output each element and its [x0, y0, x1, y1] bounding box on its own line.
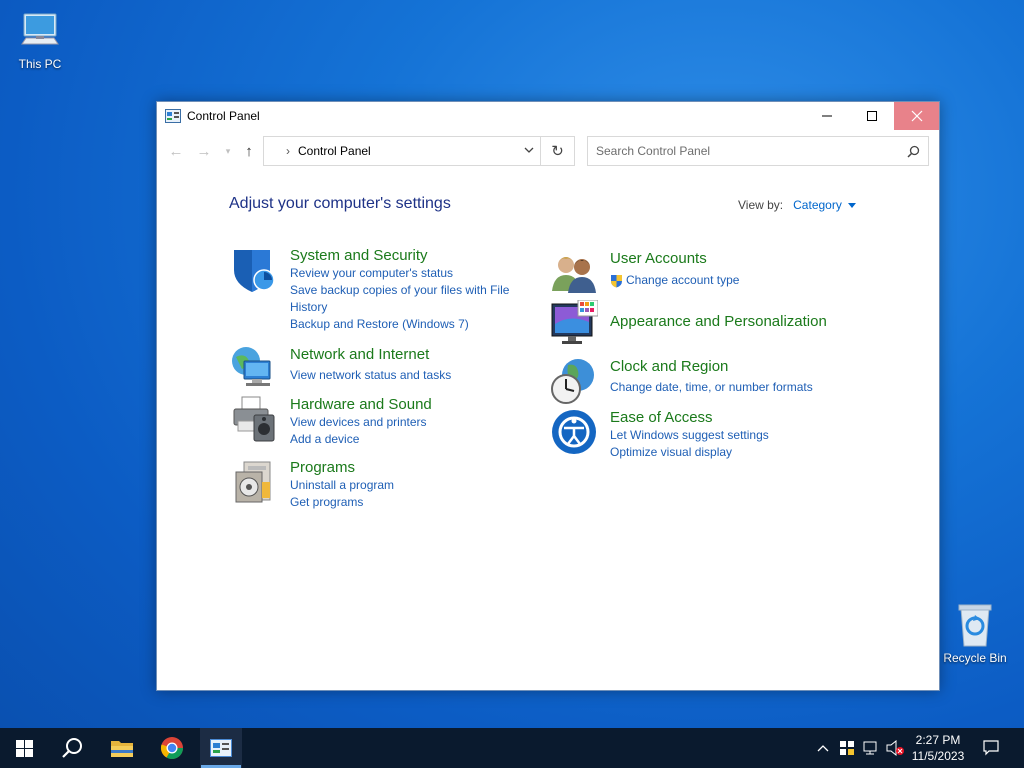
search-button[interactable]	[50, 728, 94, 768]
windows-logo-icon	[15, 739, 33, 757]
printer-icon[interactable]	[230, 395, 278, 443]
category-title[interactable]: User Accounts	[610, 249, 850, 268]
title-bar[interactable]: Control Panel	[157, 102, 939, 130]
link-review-status[interactable]: Review your computer's status	[290, 265, 530, 282]
clock[interactable]: 2:27 PM 11/5/2023	[908, 732, 968, 764]
network-globe-icon[interactable]	[230, 345, 278, 393]
recent-locations-button[interactable]: ▾	[219, 142, 237, 160]
link-change-account-type[interactable]: Change account type	[610, 272, 850, 289]
search-icon	[62, 738, 82, 758]
view-by-label: View by:	[738, 198, 784, 212]
category-title[interactable]: Network and Internet	[290, 345, 530, 364]
clock-time: 2:27 PM	[915, 733, 961, 747]
computer-icon	[21, 13, 59, 45]
appearance-monitor-icon[interactable]	[550, 300, 598, 348]
breadcrumb-chevron-icon: ›	[286, 144, 290, 158]
volume-tray-button[interactable]	[884, 728, 906, 768]
link-file-history[interactable]: Save backup copies of your files with Fi…	[290, 282, 530, 299]
link-backup-restore[interactable]: Backup and Restore (Windows 7)	[290, 316, 530, 333]
desktop-icon-recycle-bin[interactable]: Recycle Bin	[935, 602, 1015, 665]
forward-arrow-icon: →	[196, 142, 212, 160]
control-panel-taskbar-button[interactable]	[200, 728, 242, 768]
breadcrumb[interactable]: Control Panel	[298, 144, 371, 158]
search-input[interactable]	[596, 144, 886, 158]
link-file-history-cont[interactable]: History	[290, 299, 530, 316]
address-bar[interactable]: › Control Panel	[263, 136, 541, 166]
windows-security-icon	[840, 741, 854, 755]
notification-icon	[983, 740, 999, 756]
control-panel-app-icon	[165, 109, 181, 123]
clock-date: 11/5/2023	[911, 749, 965, 763]
category-title[interactable]: Programs	[290, 458, 530, 477]
close-icon	[911, 110, 922, 122]
up-button[interactable]: ↑	[240, 142, 258, 160]
up-arrow-icon: ↑	[245, 142, 253, 160]
start-button[interactable]	[0, 728, 48, 768]
recycle-bin-icon	[958, 604, 992, 647]
link-text: Change account type	[626, 273, 740, 287]
page-title: Adjust your computer's settings	[229, 195, 451, 212]
network-tray-button[interactable]	[860, 728, 882, 768]
control-panel-icon	[210, 739, 232, 757]
programs-icon[interactable]	[230, 458, 278, 506]
users-icon[interactable]	[550, 249, 598, 297]
show-hidden-icons-button[interactable]	[812, 728, 834, 768]
refresh-icon: ↻	[551, 143, 564, 160]
maximize-button[interactable]	[849, 102, 894, 130]
category-title[interactable]: Hardware and Sound	[290, 395, 530, 414]
refresh-button[interactable]: ↻	[541, 136, 575, 166]
uac-shield-icon	[611, 275, 622, 288]
network-icon	[863, 741, 877, 755]
maximize-icon	[866, 111, 877, 121]
desktop-icon-label: Recycle Bin	[943, 651, 1007, 665]
clock-globe-icon[interactable]	[550, 357, 598, 405]
chevron-down-icon: ▾	[225, 145, 231, 156]
desktop-icon-label: This PC	[18, 57, 62, 71]
forward-button[interactable]: →	[195, 142, 213, 160]
dropdown-arrow-icon[interactable]	[847, 203, 856, 209]
link-add-device[interactable]: Add a device	[290, 431, 530, 448]
search-box[interactable]	[587, 136, 929, 166]
desktop-icon-this-pc[interactable]: This PC	[0, 10, 80, 71]
volume-muted-icon	[886, 740, 904, 756]
security-tray-button[interactable]	[836, 728, 858, 768]
shield-icon[interactable]	[230, 246, 278, 294]
view-by: View by: Category	[738, 198, 856, 212]
category-title[interactable]: Ease of Access	[610, 408, 850, 427]
back-button[interactable]: ←	[167, 142, 185, 160]
ease-of-access-icon[interactable]	[550, 408, 598, 456]
category-title[interactable]: Appearance and Personalization	[610, 312, 870, 331]
minimize-icon	[821, 115, 832, 117]
search-icon	[907, 145, 920, 158]
file-explorer-button[interactable]	[100, 728, 144, 768]
link-windows-suggest[interactable]: Let Windows suggest settings	[610, 427, 850, 444]
taskbar: 2:27 PM 11/5/2023	[0, 728, 1024, 768]
chrome-button[interactable]	[150, 728, 194, 768]
control-panel-window: Control Panel ← → ▾ ↑ › Control Panel ↻ …	[156, 101, 940, 691]
category-title[interactable]: Clock and Region	[610, 357, 850, 376]
minimize-button[interactable]	[804, 102, 849, 130]
window-title: Control Panel	[187, 109, 260, 123]
folder-icon	[111, 741, 133, 757]
link-get-programs[interactable]: Get programs	[290, 494, 530, 511]
link-uninstall-program[interactable]: Uninstall a program	[290, 477, 530, 494]
back-arrow-icon: ←	[168, 142, 184, 160]
chevron-up-icon	[817, 745, 829, 752]
action-center-button[interactable]	[978, 728, 1004, 768]
link-optimize-display[interactable]: Optimize visual display	[610, 444, 850, 461]
close-button[interactable]	[894, 102, 939, 130]
chrome-icon	[160, 737, 183, 759]
view-by-dropdown[interactable]: Category	[793, 198, 842, 212]
link-devices-printers[interactable]: View devices and printers	[290, 414, 530, 431]
address-dropdown-icon[interactable]	[524, 146, 534, 154]
link-network-status[interactable]: View network status and tasks	[290, 367, 530, 384]
link-change-date-time[interactable]: Change date, time, or number formats	[610, 379, 850, 396]
category-title[interactable]: System and Security	[290, 246, 530, 265]
